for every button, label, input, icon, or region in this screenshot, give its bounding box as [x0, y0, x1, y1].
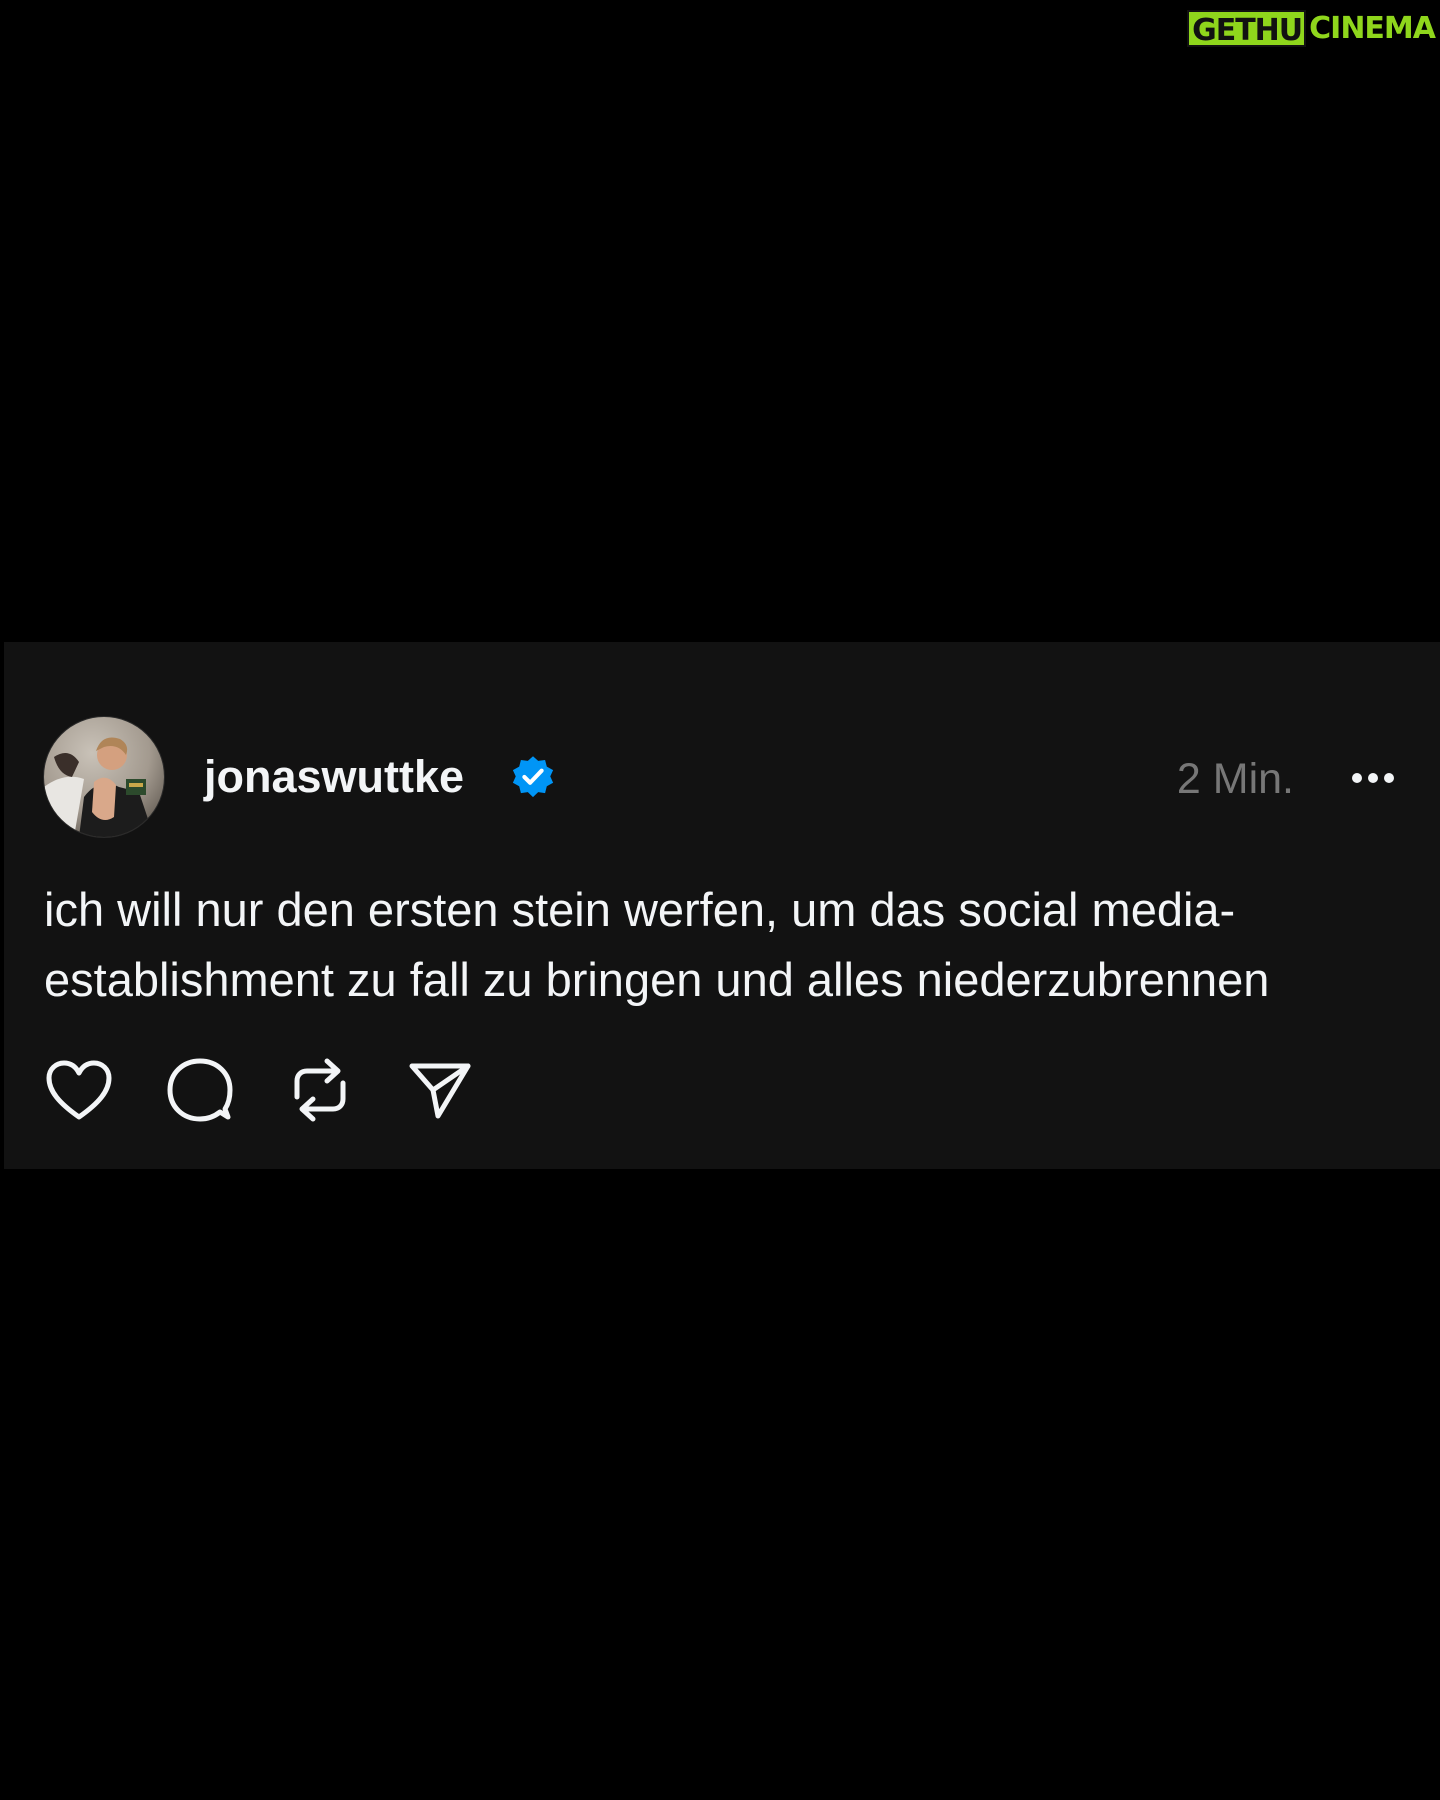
share-button[interactable] [405, 1055, 475, 1125]
watermark-text-right: CINEMA [1309, 11, 1436, 46]
avatar[interactable] [44, 717, 164, 837]
send-icon [409, 1063, 471, 1119]
heart-icon [46, 1060, 112, 1120]
like-button[interactable] [44, 1055, 114, 1125]
more-options-icon[interactable] [1348, 756, 1398, 800]
watermark-text-left: GETHU [1187, 10, 1307, 48]
post-text: ich will nur den ersten stein werfen, um… [44, 883, 1270, 1006]
repost-button[interactable] [285, 1055, 355, 1125]
repost-icon [294, 1058, 346, 1122]
timestamp: 2 Min. [1176, 755, 1294, 803]
comment-bubble-icon [167, 1058, 233, 1122]
watermark-logo: GETHU CINEMA [1187, 10, 1436, 48]
username[interactable]: jonaswuttke [204, 752, 464, 802]
verified-badge-icon [510, 754, 556, 800]
post-card: jonaswuttke 2 Min. ich will nur den erst… [4, 642, 1440, 1169]
comment-button[interactable] [165, 1055, 235, 1125]
